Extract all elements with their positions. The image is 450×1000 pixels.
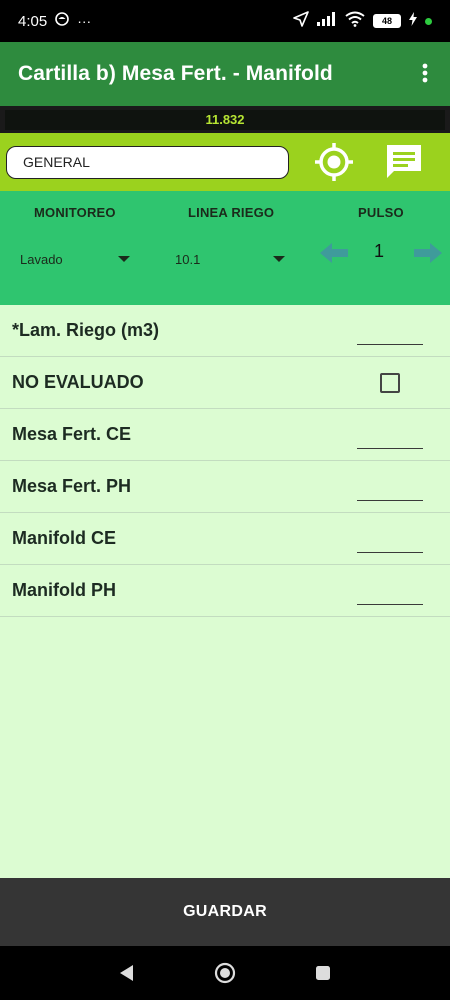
- form-row-mesa-fert-ph: Mesa Fert. PH: [0, 461, 450, 513]
- gps-target-icon[interactable]: [314, 142, 354, 182]
- status-more: ···: [77, 13, 92, 29]
- form-row-lam-riego: *Lam. Riego (m3): [0, 305, 450, 357]
- no-evaluado-checkbox[interactable]: [380, 373, 400, 393]
- row-label: *Lam. Riego (m3): [12, 320, 160, 340]
- arrow-left-icon[interactable]: [320, 243, 348, 263]
- linea-riego-value: 10.1: [175, 251, 201, 267]
- more-vert-icon[interactable]: [418, 61, 432, 87]
- lam-riego-input[interactable]: [357, 319, 423, 345]
- row-label: Mesa Fert. CE: [12, 424, 132, 444]
- monitoreo-dropdown[interactable]: Lavado: [20, 247, 132, 271]
- form-row-no-evaluado: NO EVALUADO: [0, 357, 450, 409]
- location-arrow-icon: [293, 11, 309, 31]
- page-title: Cartilla b) Mesa Fert. - Manifold: [18, 62, 333, 85]
- wifi-icon: [345, 11, 365, 31]
- signal-icon: [317, 12, 337, 30]
- value-readout: 11.832: [5, 109, 445, 130]
- manifold-ce-input[interactable]: [357, 527, 423, 553]
- general-input[interactable]: [6, 145, 289, 179]
- row-label: Mesa Fert. PH: [12, 476, 132, 496]
- row-label: NO EVALUADO: [12, 372, 144, 392]
- linea-riego-dropdown[interactable]: 10.1: [175, 247, 287, 271]
- monitoreo-value: Lavado: [20, 251, 63, 267]
- chevron-down-icon: [118, 256, 130, 262]
- charging-icon: [409, 12, 417, 30]
- back-triangle-icon[interactable]: [115, 962, 137, 984]
- form-row-manifold-ph: Manifold PH: [0, 565, 450, 617]
- recents-square-icon[interactable]: [312, 962, 334, 984]
- mesa-fert-ph-input[interactable]: [357, 475, 423, 501]
- row-label: Manifold PH: [12, 580, 116, 600]
- notification-face-icon: [55, 12, 70, 30]
- pulso-value: 1: [374, 241, 385, 261]
- save-button-label: GUARDAR: [183, 903, 267, 920]
- system-nav-bar: [0, 946, 450, 1000]
- pulso-label: PULSO: [358, 205, 404, 220]
- value-strip: 11.832: [0, 106, 450, 133]
- monitoreo-label: MONITOREO: [34, 205, 116, 220]
- linea-riego-label: LINEA RIEGO: [188, 205, 275, 220]
- home-circle-icon[interactable]: [214, 962, 236, 984]
- toolbar: [0, 133, 450, 191]
- status-time: 4:05: [18, 12, 48, 30]
- status-bar: 4:05 ··· 48: [0, 0, 450, 42]
- form-row-manifold-ce: Manifold CE: [0, 513, 450, 565]
- manifold-ph-input[interactable]: [357, 579, 423, 605]
- app-bar: Cartilla b) Mesa Fert. - Manifold: [0, 42, 450, 106]
- save-button[interactable]: GUARDAR: [0, 878, 450, 946]
- row-label: Manifold CE: [12, 528, 116, 548]
- filter-panel: MONITOREO LINEA RIEGO PULSO Lavado 10.1 …: [0, 191, 450, 305]
- form-list: *Lam. Riego (m3) NO EVALUADO Mesa Fert. …: [0, 305, 450, 617]
- battery-icon: 48: [373, 14, 401, 28]
- form-row-mesa-fert-ce: Mesa Fert. CE: [0, 409, 450, 461]
- chat-notes-icon[interactable]: [384, 142, 424, 182]
- chevron-down-icon: [273, 256, 285, 262]
- status-dot: [425, 17, 432, 25]
- mesa-fert-ce-input[interactable]: [357, 423, 423, 449]
- arrow-right-icon[interactable]: [414, 243, 442, 263]
